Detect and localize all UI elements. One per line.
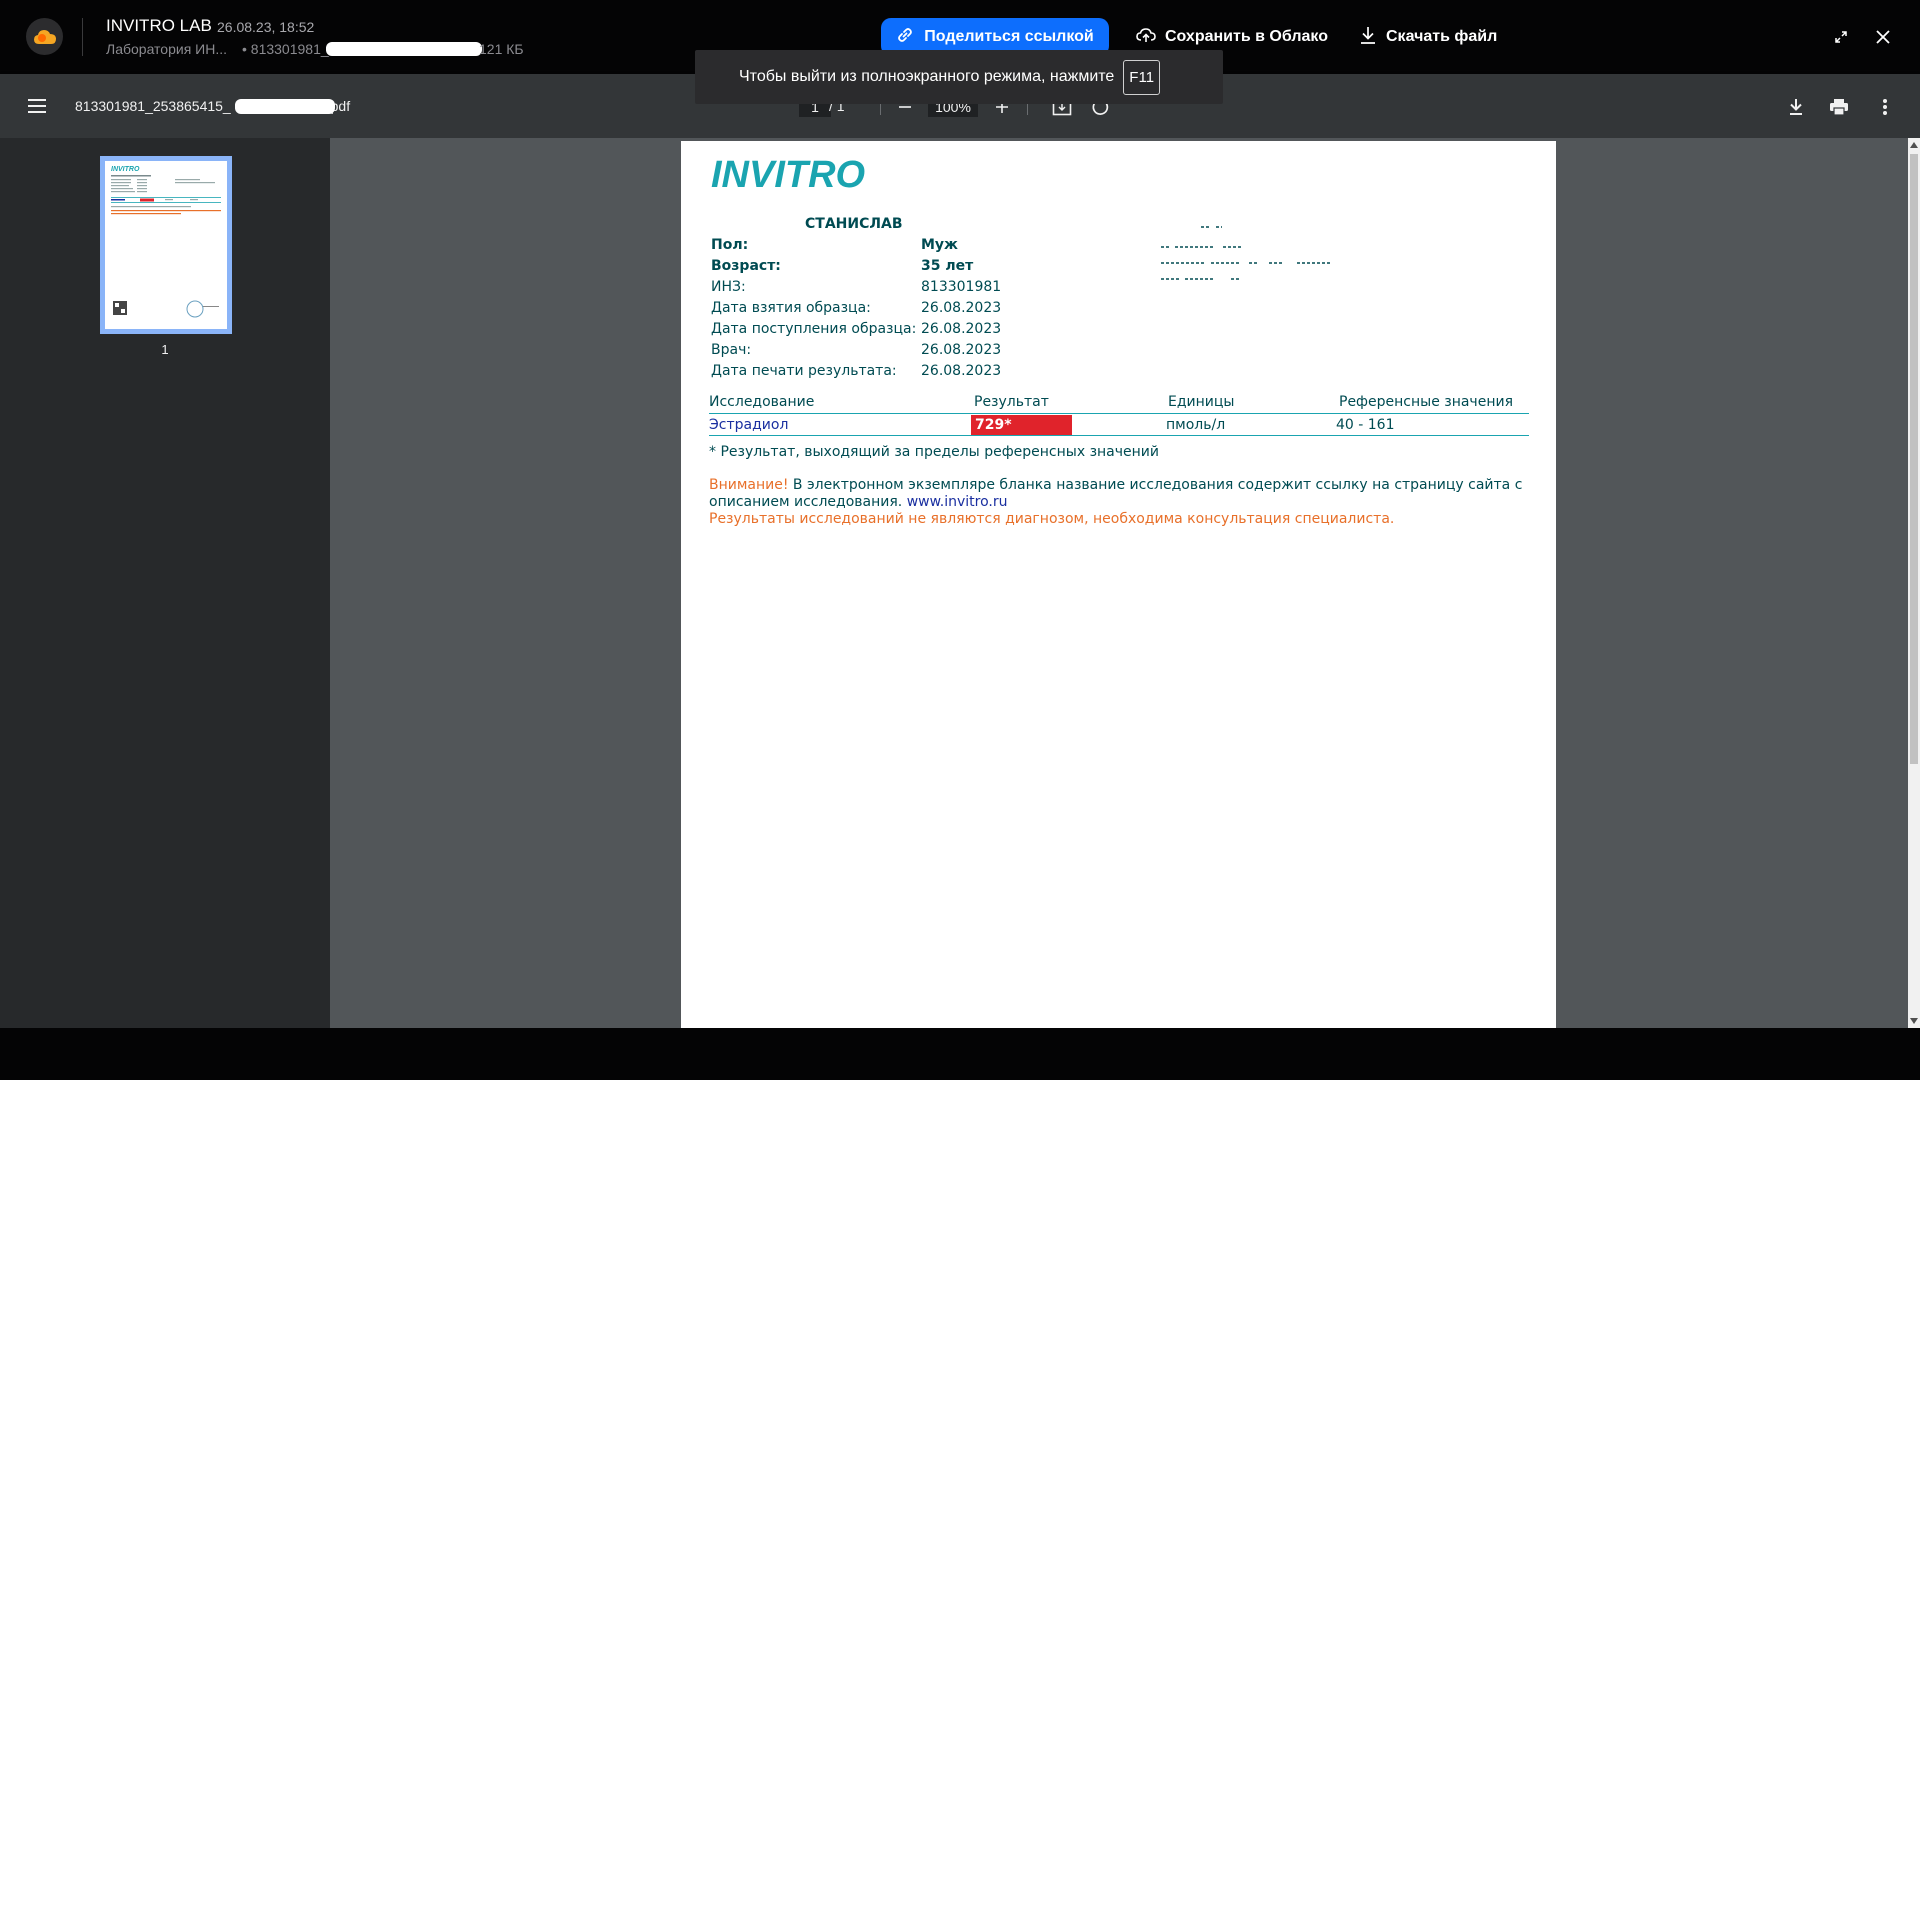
test-name-link[interactable]: Эстрадиол <box>709 417 788 433</box>
table-rule-top <box>709 413 1529 414</box>
column-header-units: Единицы <box>1168 394 1235 410</box>
sample-taken-value: 26.08.2023 <box>921 300 1002 316</box>
print-date-value: 26.08.2023 <box>921 363 1002 379</box>
scroll-up-arrow-icon[interactable] <box>1910 142 1918 148</box>
sample-taken-label: Дата взятия образца: <box>711 300 871 316</box>
column-header-result: Результат <box>974 394 1049 410</box>
result-value-out-of-range: 729* <box>971 415 1072 435</box>
scroll-down-arrow-icon[interactable] <box>1910 1018 1918 1024</box>
cloud-app-icon[interactable] <box>26 18 63 55</box>
result-units: пмоль/л <box>1166 417 1226 433</box>
share-link-label: Поделиться ссылкой <box>924 28 1094 45</box>
page-thumbnail[interactable]: INVITRO <box>100 156 232 334</box>
table-rule-bottom <box>709 435 1529 436</box>
sender-name: INVITRO LAB <box>106 16 212 35</box>
download-icon <box>1359 25 1377 50</box>
patient-name: СТАНИСЛАВ <box>805 216 903 232</box>
expand-icon[interactable] <box>1829 25 1853 49</box>
invitro-logo: INVITRO <box>711 154 866 196</box>
fullscreen-exit-tooltip: Чтобы выйти из полноэкранного режима, на… <box>695 50 1223 104</box>
more-options-icon[interactable] <box>1874 96 1896 118</box>
redaction-mark <box>326 42 482 56</box>
vertical-scrollbar[interactable] <box>1908 138 1920 1028</box>
cloud-upload-icon <box>1136 26 1156 49</box>
toolbar-divider <box>880 103 881 115</box>
doctor-label: Врач: <box>711 342 752 358</box>
sent-date: 26.08.23, 18:52 <box>217 19 315 35</box>
inz-value: 813301981 <box>921 279 1002 295</box>
diagnosis-disclaimer: Результаты исследований не являются диаг… <box>709 511 1395 527</box>
file-size: 121 КБ <box>479 41 524 57</box>
download-file-button[interactable]: Скачать файл <box>1359 18 1497 56</box>
notice-paragraph: Внимание! В электронном экземпляре бланк… <box>709 477 1539 528</box>
toolbar-divider <box>1027 103 1028 115</box>
age-label: Возраст: <box>711 258 781 274</box>
column-header-reference: Референсные значения <box>1339 394 1513 410</box>
download-icon[interactable] <box>1785 96 1807 118</box>
close-icon[interactable] <box>1871 25 1895 49</box>
age-value: 35 лет <box>921 258 974 274</box>
notice-label: Внимание! <box>709 477 789 493</box>
header-divider <box>82 18 83 56</box>
redaction-mark <box>235 99 335 114</box>
scrollbar-thumb[interactable] <box>1910 154 1918 764</box>
out-of-range-footnote: * Результат, выходящий за пределы рефере… <box>709 444 1159 460</box>
print-date-label: Дата печати результата: <box>711 363 897 379</box>
notice-text: В электронном экземпляре бланка название… <box>709 477 1523 510</box>
link-icon <box>896 26 914 49</box>
sex-label: Пол: <box>711 237 749 253</box>
menu-icon[interactable] <box>26 96 48 116</box>
doctor-value: 26.08.2023 <box>921 342 1002 358</box>
reference-range: 40 - 161 <box>1336 417 1395 433</box>
thumbnail-page-number: 1 <box>161 342 169 357</box>
thumbnail-sidebar: INVITRO 1 <box>0 138 330 1028</box>
pdf-page: INVITRO СТАНИСЛАВ Пол: Возраст: ИНЗ: Дат… <box>681 141 1556 1028</box>
bottom-bar <box>0 1028 1920 1080</box>
sex-value: Муж <box>921 237 958 253</box>
sample-received-label: Дата поступления образца: <box>711 321 917 337</box>
file-name: • 813301981_ <box>242 41 329 57</box>
invitro-site-link[interactable]: www.invitro.ru <box>907 494 1008 510</box>
folder-name: Лаборатория ИН... <box>106 41 228 57</box>
redacted-lab-info <box>1161 226 1331 280</box>
download-file-label: Скачать файл <box>1386 28 1498 45</box>
inz-label: ИНЗ: <box>711 279 746 295</box>
print-icon[interactable] <box>1828 96 1850 118</box>
sample-received-value: 26.08.2023 <box>921 321 1002 337</box>
f11-key-badge: F11 <box>1123 59 1161 95</box>
column-header-test: Исследование <box>709 394 815 410</box>
svg-text:INVITRO: INVITRO <box>111 166 140 173</box>
fullscreen-tooltip-text: Чтобы выйти из полноэкранного режима, на… <box>739 68 1115 85</box>
save-to-cloud-label: Сохранить в Облако <box>1165 28 1328 45</box>
